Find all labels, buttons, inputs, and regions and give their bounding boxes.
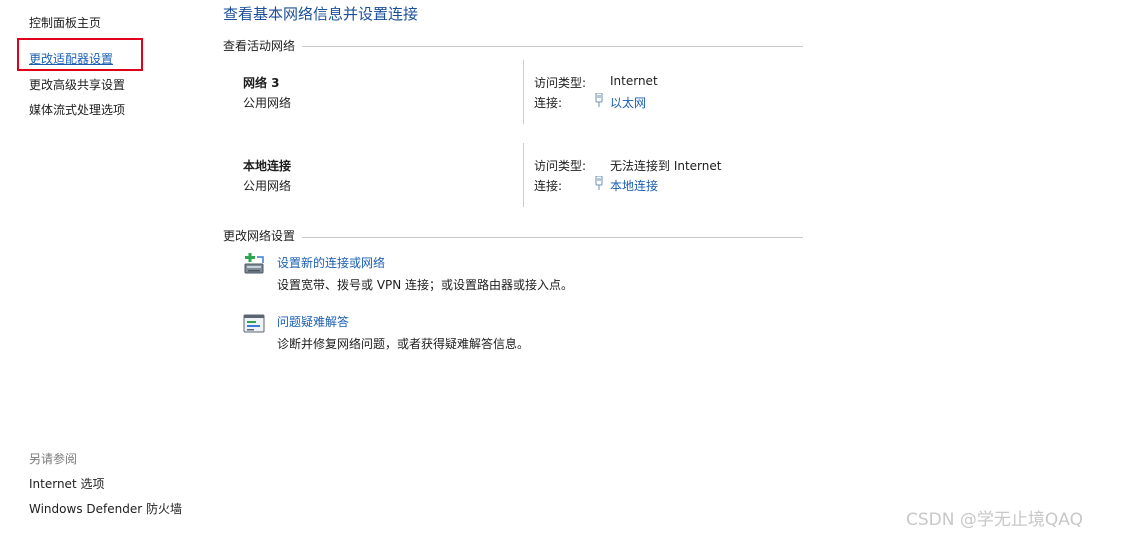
left-sidebar: 控制面板主页 更改适配器设置 更改高级共享设置 媒体流式处理选项 另请参阅 In… [0, 0, 200, 536]
connection-label: 连接: [534, 96, 563, 110]
sidebar-item-control-panel-home[interactable]: 控制面板主页 [29, 14, 101, 31]
sidebar-item-advanced-sharing-settings[interactable]: 更改高级共享设置 [29, 76, 125, 93]
vertical-divider [523, 60, 524, 124]
new-connection-icon [244, 253, 264, 274]
ethernet-icon [595, 176, 603, 190]
see-also-windows-defender-firewall[interactable]: Windows Defender 防火墙 [29, 500, 182, 517]
connection-label: 连接: [534, 179, 563, 193]
ethernet-icon [595, 93, 603, 107]
network-name: 网络 3 [243, 76, 280, 90]
page-title: 查看基本网络信息并设置连接 [223, 5, 419, 23]
troubleshoot-icon [243, 314, 265, 333]
section-divider [302, 237, 803, 238]
active-networks-heading: 查看活动网络 [223, 39, 296, 53]
network-type: 公用网络 [243, 96, 292, 110]
vertical-divider [523, 143, 524, 207]
network-type: 公用网络 [243, 179, 292, 193]
access-type-value: Internet [610, 74, 658, 88]
troubleshoot-link[interactable]: 问题疑难解答 [277, 313, 349, 330]
access-type-label: 访问类型: [534, 159, 587, 173]
setup-new-connection-desc: 设置宽带、拨号或 VPN 连接；或设置路由器或接入点。 [277, 278, 574, 292]
troubleshoot-desc: 诊断并修复网络问题，或者获得疑难解答信息。 [277, 337, 530, 351]
setup-new-connection-link[interactable]: 设置新的连接或网络 [277, 254, 385, 271]
section-divider [302, 46, 803, 47]
access-type-label: 访问类型: [534, 76, 587, 90]
see-also-internet-options[interactable]: Internet 选项 [29, 475, 104, 492]
access-type-value: 无法连接到 Internet [610, 159, 722, 173]
red-highlight-box [17, 38, 143, 71]
connection-link-local[interactable]: 本地连接 [610, 177, 658, 194]
sidebar-item-media-streaming-options[interactable]: 媒体流式处理选项 [29, 101, 125, 118]
change-settings-heading: 更改网络设置 [223, 229, 296, 243]
connection-link-ethernet[interactable]: 以太网 [610, 94, 646, 111]
network-name: 本地连接 [243, 159, 292, 173]
watermark-text: CSDN @学无止境QAQ [906, 510, 1083, 530]
see-also-heading: 另请参阅 [29, 452, 78, 466]
